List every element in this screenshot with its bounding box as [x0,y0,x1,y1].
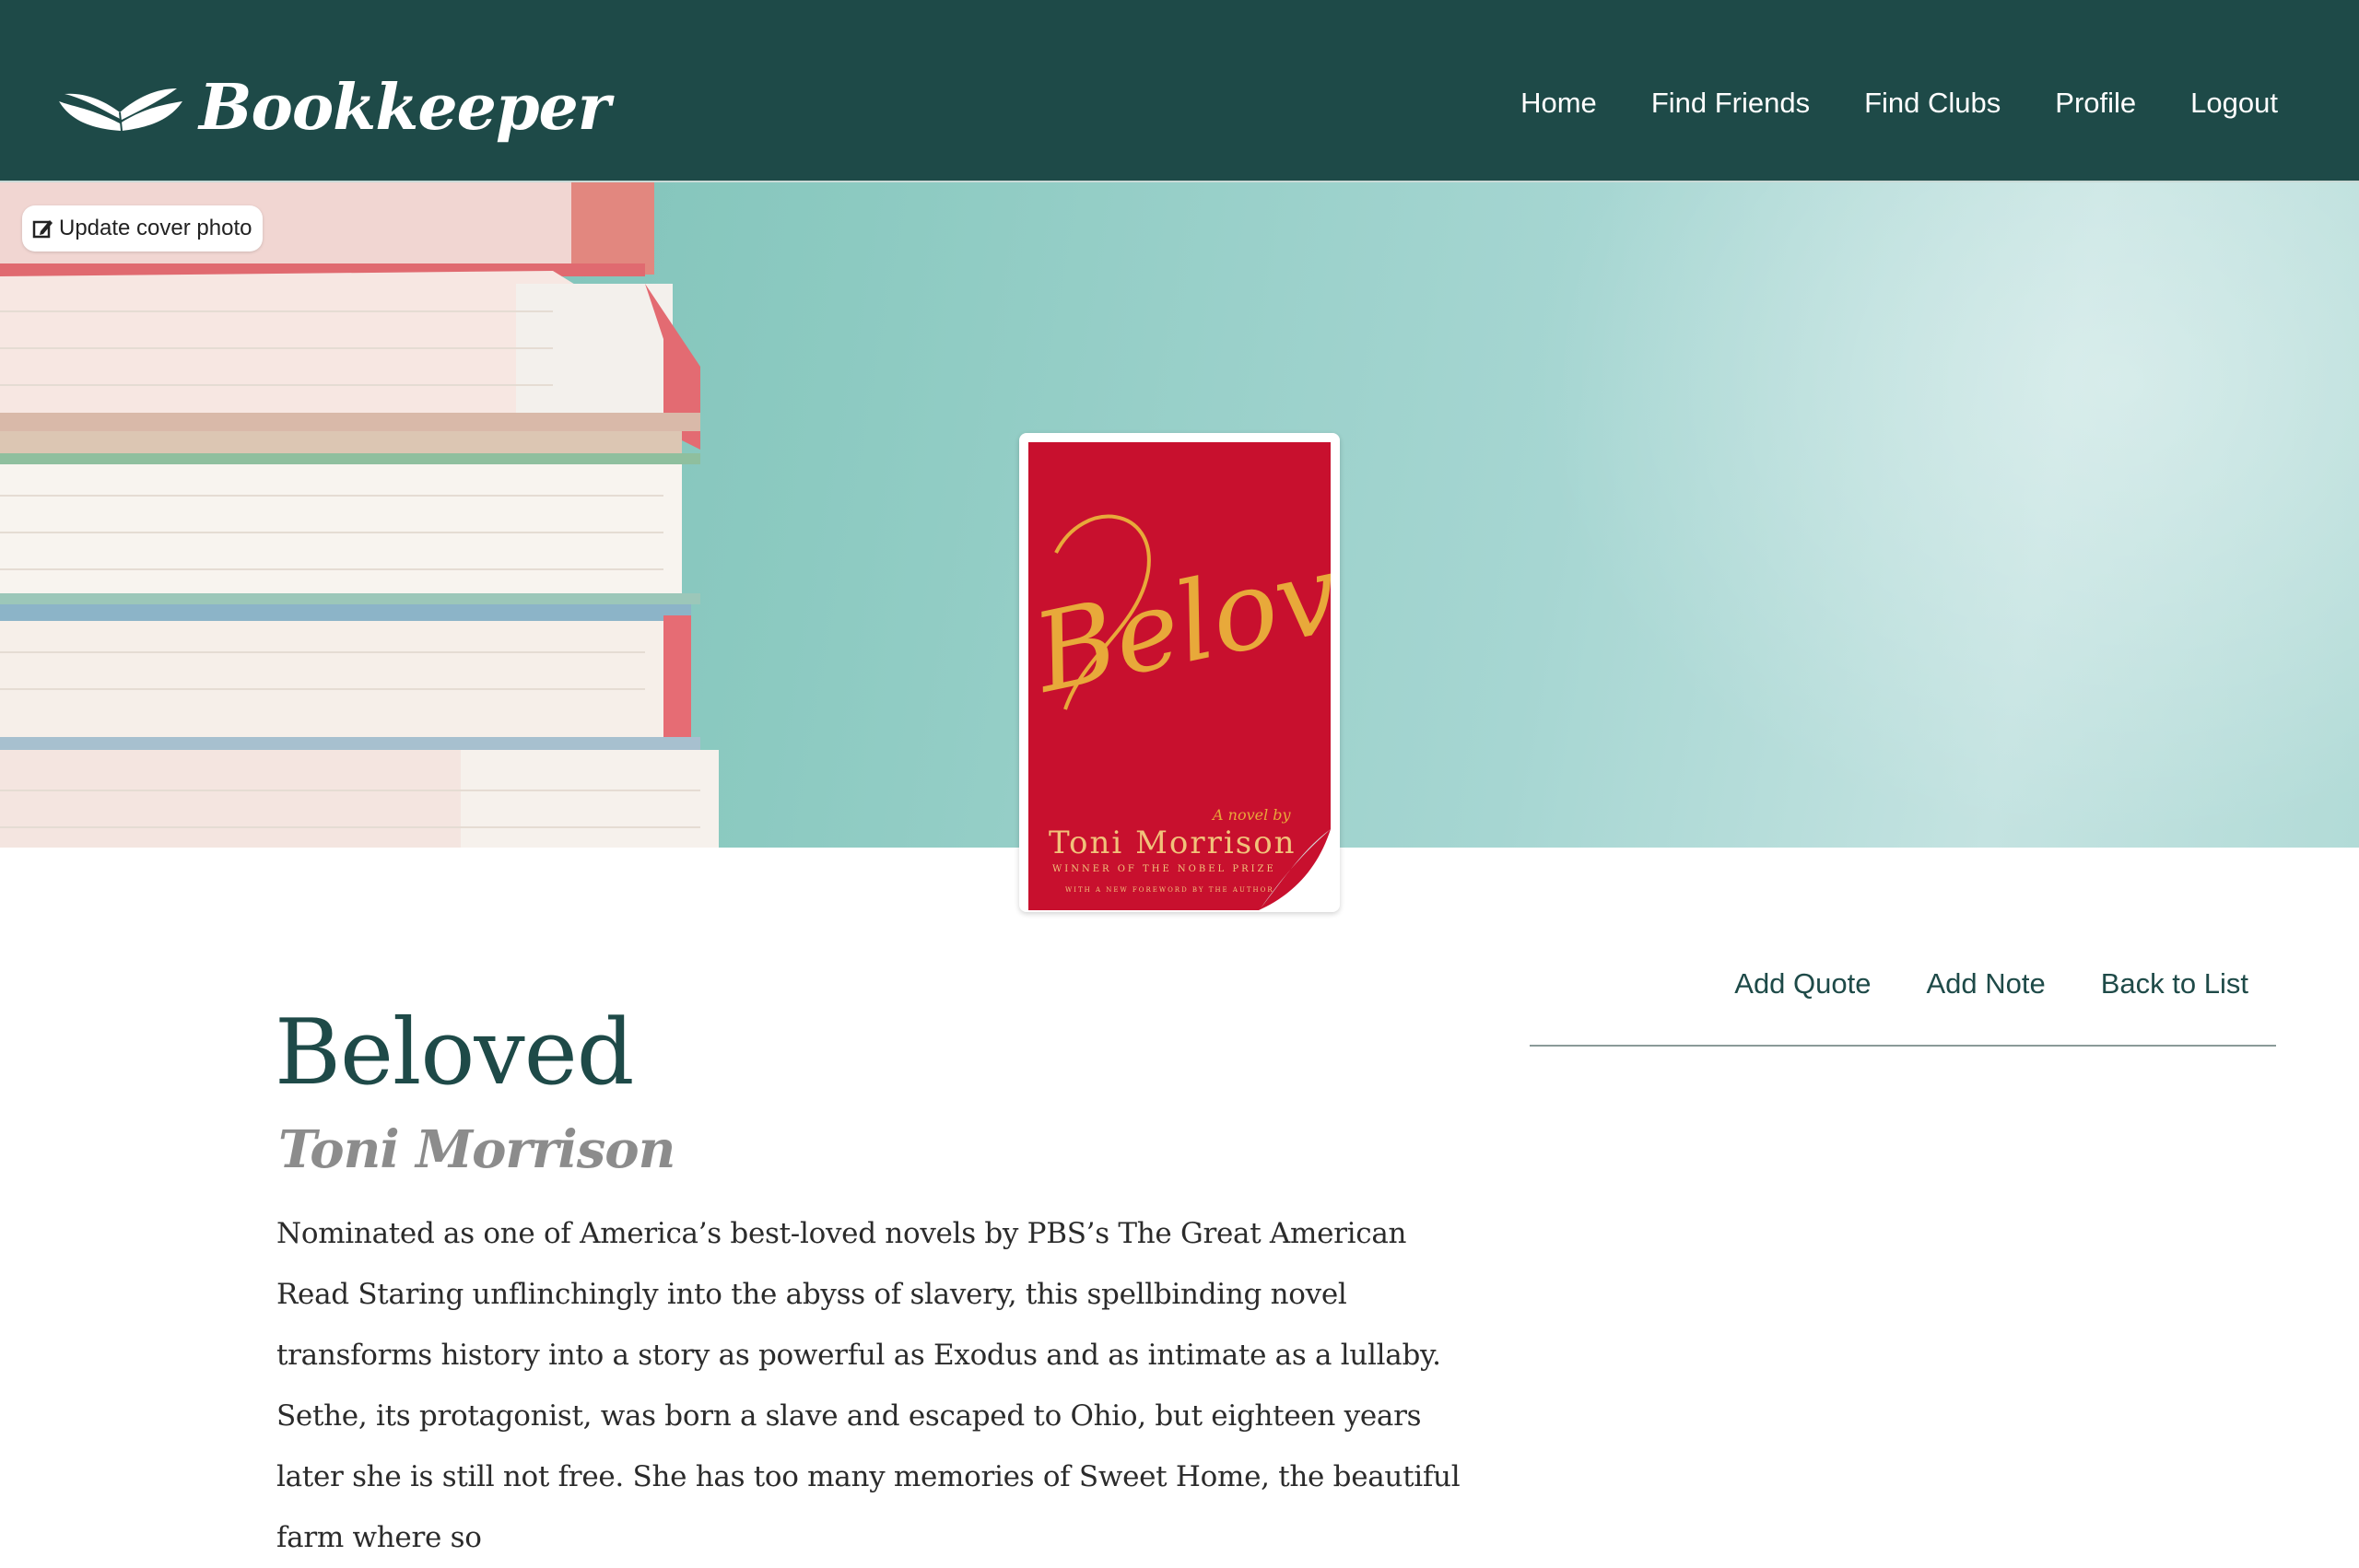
open-book-icon [59,88,182,132]
add-quote-link[interactable]: Add Quote [1734,967,1871,1000]
cover-author-art: Toni Morrison [1049,825,1297,861]
nav-logout[interactable]: Logout [2190,81,2278,125]
cover-photo-haze [1530,182,2359,848]
book-description: Nominated as one of America’s best-loved… [276,1217,1461,1554]
cover-subtagline: WITH A NEW FOREWORD BY THE AUTHOR [1065,886,1274,894]
edit-icon [32,220,53,239]
nav-home[interactable]: Home [1520,81,1597,125]
book-title: Beloved [275,1000,634,1106]
book-stack-image [0,182,719,848]
top-navbar: Bookkeeper Home Find Friends Find Clubs … [0,0,2359,182]
book-author: Toni Morrison [278,1119,675,1180]
update-cover-photo-label: Update cover photo [59,216,252,240]
nav-find-friends[interactable]: Find Friends [1651,81,1810,125]
book-actions: Add Quote Add Note Back to List [1679,967,2248,1000]
cover-byline: A novel by [1211,806,1292,824]
cover-tagline: WINNER OF THE NOBEL PRIZE [1052,864,1276,874]
actions-divider [1530,1045,2276,1047]
brand-name: Bookkeeper [199,71,611,145]
nav-profile[interactable]: Profile [2055,81,2136,125]
back-to-list-link[interactable]: Back to List [2101,967,2248,1000]
nav-links: Home Find Friends Find Clubs Profile Log… [1466,81,2278,125]
update-cover-photo-button[interactable]: Update cover photo [22,205,264,252]
nav-find-clubs[interactable]: Find Clubs [1864,81,2001,125]
book-cover-image: Beloved A novel by Toni Morrison WINNER … [1028,442,1331,910]
brand-logo[interactable]: Bookkeeper [55,57,611,158]
add-note-link[interactable]: Add Note [1926,967,2045,1000]
book-cover-card: Beloved A novel by Toni Morrison WINNER … [1019,433,1340,912]
